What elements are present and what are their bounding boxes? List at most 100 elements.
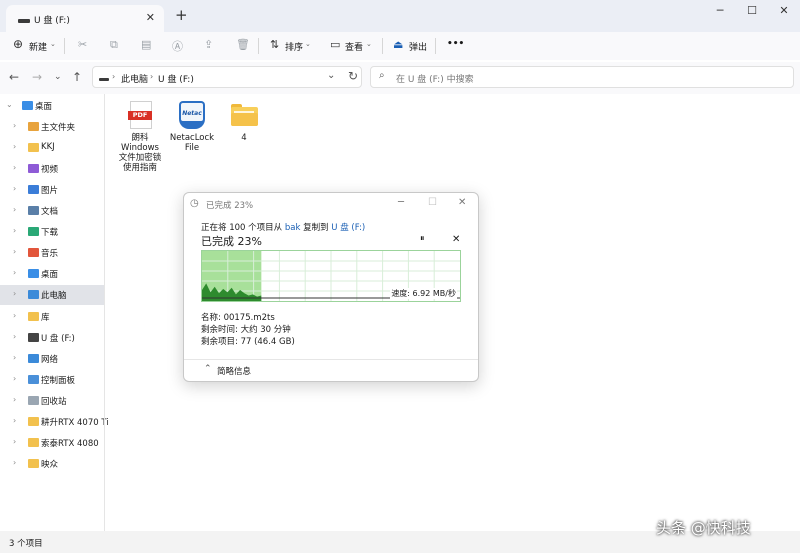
sidebar-item[interactable]: › U 盘 (F:) — [0, 328, 104, 348]
delete-icon[interactable]: 🗑 — [236, 38, 250, 51]
clock-icon: ◷ — [190, 198, 199, 209]
file-item-pdf-guide[interactable]: PDF 朗科 Windows 文件加密锁 使用指南 — [117, 101, 163, 173]
pause-button[interactable]: ⏸ — [420, 234, 425, 244]
sidebar-item[interactable]: › 库 — [0, 307, 104, 327]
sidebar-item[interactable]: › 此电脑 — [0, 285, 104, 306]
sidebar-item[interactable]: ⌄ 桌面 — [0, 96, 104, 116]
recent-chevron-icon[interactable]: ⌄ — [54, 72, 62, 82]
chevron-right-icon[interactable]: › — [13, 332, 16, 341]
view-button[interactable]: 查看 — [345, 40, 363, 53]
chevron-right-icon[interactable]: › — [13, 163, 16, 172]
file-item-netaclock[interactable]: Netac NetacLock File — [166, 101, 218, 153]
new-plus-icon: ⊕ — [13, 37, 24, 51]
refresh-icon[interactable]: ↻ — [348, 69, 358, 83]
sidebar-item[interactable]: › 映众 — [0, 454, 104, 474]
sidebar-item-icon — [28, 185, 39, 195]
file-name-line: File — [184, 143, 200, 153]
sidebar-item[interactable]: › 网络 — [0, 349, 104, 369]
sort-button[interactable]: 排序 — [285, 40, 303, 53]
tab-title: U 盘 (F:) — [34, 16, 70, 26]
sidebar-item[interactable]: › 文档 — [0, 201, 104, 221]
forward-arrow-icon[interactable]: → — [32, 70, 42, 84]
chevron-right-icon[interactable]: › — [13, 226, 16, 235]
eject-icon: ⏏ — [393, 38, 404, 51]
sidebar-item-icon — [28, 332, 39, 342]
file-name-line: 4 — [241, 133, 247, 143]
chevron-right-icon[interactable]: › — [13, 142, 16, 151]
chevron-right-icon[interactable]: › — [13, 205, 16, 214]
tab-close-icon[interactable]: ✕ — [146, 11, 155, 24]
chevron-right-icon[interactable]: › — [13, 121, 16, 130]
chevron-right-icon[interactable]: › — [13, 395, 16, 404]
paste-icon[interactable]: ▤ — [141, 38, 151, 51]
chevron-right-icon[interactable]: › — [13, 374, 16, 383]
breadcrumb-u-drive[interactable]: U 盘 (F:) — [158, 72, 194, 85]
sidebar-item[interactable]: › 视频 — [0, 159, 104, 179]
sidebar-item[interactable]: › 控制面板 — [0, 370, 104, 390]
navigation-pane: ⌄ 桌面 › 主文件夹 › KKJ › 视频 › 图片 › 文档 › 下载 › 音乐 › 桌面 › 此电脑 › 库 › U 盘… — [0, 94, 109, 531]
chevron-down-icon: ⌄ — [366, 40, 372, 48]
sidebar-item[interactable]: › 主文件夹 — [0, 117, 104, 137]
copy-description: 正在将 100 个项目从 bak 复制到 U 盘 (F:) — [201, 221, 365, 233]
new-button[interactable]: 新建 — [29, 40, 47, 53]
breadcrumb-separator: › — [112, 72, 116, 81]
sidebar-item-icon — [28, 353, 39, 363]
maximize-button[interactable]: ☐ — [736, 4, 768, 17]
sidebar-item-icon — [28, 143, 39, 153]
transfer-speed-graph: 速度: 6.92 MB/秒 — [201, 250, 461, 302]
chevron-right-icon[interactable]: › — [13, 289, 16, 298]
toolbar-divider — [258, 38, 259, 54]
close-window-button[interactable]: ✕ — [768, 4, 800, 17]
sidebar-item-icon — [28, 416, 39, 426]
chevron-right-icon[interactable]: › — [13, 268, 16, 277]
cut-icon[interactable]: ✂ — [78, 38, 87, 51]
watermark-text: 头条 @快科技 — [656, 519, 751, 537]
folder-item-4[interactable]: 4 — [221, 101, 267, 143]
sidebar-item-icon — [28, 164, 39, 174]
chevron-down-icon[interactable]: ⌄ — [6, 100, 13, 109]
minimize-button[interactable]: ─ — [704, 4, 736, 17]
sidebar-item-icon — [28, 395, 39, 405]
eject-button[interactable]: 弹出 — [409, 40, 427, 53]
source-link[interactable]: bak — [285, 223, 301, 233]
sidebar-item-label: 主文件夹 — [41, 123, 76, 134]
chevron-right-icon[interactable]: › — [13, 353, 16, 362]
less-info-button[interactable]: 简略信息 — [217, 365, 251, 377]
sidebar-item-label: KKJ — [41, 142, 55, 153]
address-box[interactable]: › 此电脑 › U 盘 (F:) ⌄ — [92, 66, 362, 88]
sidebar-item[interactable]: › 耕升RTX 4070 Ti — [0, 412, 109, 432]
chevron-right-icon[interactable]: › — [13, 311, 16, 320]
chevron-right-icon[interactable]: › — [13, 437, 16, 446]
up-arrow-icon[interactable]: ↑ — [72, 70, 82, 84]
search-input[interactable]: ⌕ 在 U 盘 (F:) 中搜索 — [370, 66, 794, 88]
sidebar-item[interactable]: › 回收站 — [0, 391, 104, 411]
chevron-up-icon[interactable]: ⌃ — [204, 364, 212, 374]
sidebar-item-icon — [28, 248, 39, 258]
progress-heading: 已完成 23% — [201, 235, 262, 248]
tab-u-drive[interactable]: U 盘 (F:) ✕ — [6, 5, 164, 32]
sidebar-item[interactable]: › 下载 — [0, 222, 104, 242]
sidebar-item[interactable]: › 索泰RTX 4080 — [0, 433, 104, 453]
sidebar-item-icon — [28, 122, 39, 132]
share-icon[interactable]: ⇪ — [204, 38, 213, 51]
destination-link[interactable]: U 盘 (F:) — [331, 223, 365, 233]
sidebar-item[interactable]: › 桌面 — [0, 264, 104, 284]
file-name-line: NetacLock — [169, 133, 215, 143]
sidebar-item[interactable]: › KKJ — [0, 138, 104, 158]
breadcrumb-this-pc[interactable]: 此电脑 — [121, 72, 148, 85]
dialog-minimize-button[interactable]: ─ — [398, 197, 404, 208]
back-arrow-icon[interactable]: ← — [9, 70, 19, 84]
chevron-right-icon[interactable]: › — [13, 184, 16, 193]
copy-icon[interactable]: ⧉ — [110, 38, 118, 52]
address-dropdown-icon[interactable]: ⌄ — [327, 70, 335, 81]
sidebar-item[interactable]: › 音乐 — [0, 243, 104, 263]
chevron-right-icon[interactable]: › — [13, 416, 16, 425]
cancel-copy-button[interactable]: ✕ — [452, 234, 460, 245]
more-options-button[interactable]: ••• — [447, 39, 464, 49]
chevron-right-icon[interactable]: › — [13, 247, 16, 256]
chevron-right-icon[interactable]: › — [13, 458, 16, 467]
dialog-close-button[interactable]: ✕ — [458, 197, 466, 208]
sidebar-item[interactable]: › 图片 — [0, 180, 104, 200]
new-tab-button[interactable]: + — [175, 6, 188, 24]
rename-icon[interactable]: Ⓐ — [172, 38, 183, 54]
